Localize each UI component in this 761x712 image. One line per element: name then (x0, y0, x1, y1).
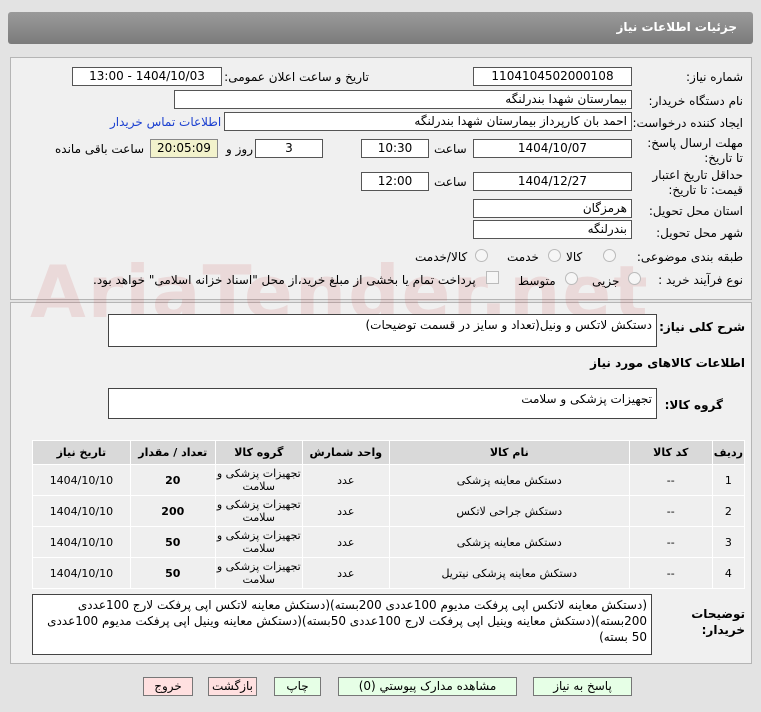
days-field: 3 (255, 139, 323, 158)
cell-unit: عدد (301, 557, 390, 589)
process-radio-medium[interactable] (565, 272, 578, 285)
city-field: بندرلنگه (473, 220, 632, 239)
need-number-label: شماره نیاز: (686, 70, 743, 84)
process-radio-minor[interactable] (628, 272, 641, 285)
cell-item-name: دستکش معاینه پزشکی (388, 464, 630, 496)
table-row: 3 -- دستکش معاینه پزشکی عدد تجهیزات پزشکی و … (32, 526, 746, 558)
exit-button[interactable]: خروج (143, 677, 193, 696)
goods-group-textarea[interactable]: تجهیزات پزشکی و سلامت (108, 388, 657, 419)
cell-need-date: 1404/10/10 (32, 557, 131, 589)
cell-item-code: -- (628, 495, 713, 527)
col-header-name: نام کالا (388, 440, 630, 465)
cell-item-name: دستکش معاینه پزشکی (388, 526, 630, 558)
back-button[interactable]: بازگشت (208, 677, 257, 696)
city-label: شهر محل تحویل: (656, 226, 743, 240)
goods-group-label: گروه کالا: (664, 398, 723, 412)
deadline-label: مهلت ارسال پاسخ: تا تاریخ: (647, 136, 743, 165)
validity-date-field: 1404/12/27 (473, 172, 632, 191)
deadline-time-label: ساعت (434, 142, 467, 156)
need-number-field: 1104104502000108 (473, 67, 632, 86)
table-row: 4 -- دستکش معاینه پزشکی نیتریل عدد تجهیزات پ… (32, 557, 746, 589)
col-header-qty: تعداد / مقدار (129, 440, 216, 465)
cell-need-date: 1404/10/10 (32, 495, 131, 527)
category-radio-service[interactable] (548, 249, 561, 262)
col-header-date: تاریخ نیاز (32, 440, 131, 465)
cell-row-number: 4 (711, 557, 746, 589)
category-option-both: کالا/خدمت (415, 250, 468, 264)
cell-row-number: 1 (711, 464, 746, 496)
cell-quantity: 20 (129, 464, 216, 496)
print-button[interactable]: چاپ (274, 677, 321, 696)
validity-time-label: ساعت (434, 175, 467, 189)
process-option-medium: متوسط (518, 274, 556, 288)
cell-item-group: تجهیزات پزشکی و سلامت (214, 526, 303, 558)
province-label: استان محل تحویل: (648, 204, 743, 218)
buyer-contact-link[interactable]: اطلاعات تماس خریدار (110, 115, 221, 129)
cell-need-date: 1404/10/10 (32, 526, 131, 558)
cell-quantity: 200 (129, 495, 216, 527)
validity-time-field: 12:00 (361, 172, 429, 191)
col-header-group: گروه کالا (214, 440, 303, 465)
validity-label: حداقل تاریخ اعتبار قیمت: تا تاریخ: (652, 168, 743, 197)
cell-item-code: -- (628, 464, 713, 496)
buyer-notes-textarea[interactable]: (دستکش معاینه لاتکس اپی پرفکت مدیوم 100ع… (32, 594, 652, 655)
table-header-row: ردیف کد کالا نام کالا واحد شمارش گروه کا… (32, 440, 746, 465)
view-documents-button[interactable]: مشاهده مدارک پیوستي (0) (338, 677, 517, 696)
cell-row-number: 3 (711, 526, 746, 558)
days-label: روز و (226, 142, 253, 156)
reply-button[interactable]: پاسخ به نیاز (533, 677, 632, 696)
cell-item-group: تجهیزات پزشکی و سلامت (214, 495, 303, 527)
cell-quantity: 50 (129, 526, 216, 558)
cell-unit: عدد (301, 464, 390, 496)
col-header-unit: واحد شمارش (301, 440, 390, 465)
process-option-minor: جزیی (592, 274, 620, 288)
announce-label: تاریخ و ساعت اعلان عمومی: (224, 70, 369, 84)
goods-table: ردیف کد کالا نام کالا واحد شمارش گروه کا… (32, 440, 746, 589)
treasury-checkbox[interactable] (486, 271, 499, 284)
summary-textarea[interactable]: دستکش لاتکس و ونیل(تعداد و سایز در قسمت … (108, 314, 657, 347)
category-option-goods: کالا (566, 250, 583, 264)
cell-item-name: دستکش جراحی لاتکس (388, 495, 630, 527)
payment-note: پرداخت تمام یا بخشی از مبلغ خرید،از محل … (93, 273, 476, 287)
category-radio-goods[interactable] (603, 249, 616, 262)
cell-item-code: -- (628, 557, 713, 589)
goods-info-title: اطلاعات کالاهای مورد نیاز (590, 356, 745, 370)
col-header-row: ردیف (711, 440, 746, 465)
page-title: جزئیات اطلاعات نیاز (616, 20, 737, 34)
deadline-date-field: 1404/10/07 (473, 139, 632, 158)
category-label: طبقه بندی موضوعی: (636, 250, 743, 264)
deadline-time-field: 10:30 (361, 139, 429, 158)
category-radio-both[interactable] (475, 249, 488, 262)
cell-unit: عدد (301, 495, 390, 527)
creator-field: احمد بان کارپرداز بیمارستان شهدا بندرلنگ… (224, 112, 632, 131)
remaining-label: ساعت باقی مانده (55, 142, 145, 156)
cell-item-group: تجهیزات پزشکی و سلامت (214, 557, 303, 589)
remaining-time-field: 20:05:09 (150, 139, 218, 158)
cell-quantity: 50 (129, 557, 216, 589)
title-bar: جزئیات اطلاعات نیاز (8, 12, 753, 44)
cell-need-date: 1404/10/10 (32, 464, 131, 496)
buyer-org-field: بیمارستان شهدا بندرلنگه (174, 90, 632, 109)
summary-label: شرح کلی نیاز: (659, 320, 745, 334)
col-header-code: کد کالا (628, 440, 713, 465)
process-label: نوع فرآیند خرید : (658, 273, 743, 287)
creator-label: ایجاد کننده درخواست: (632, 116, 743, 130)
category-option-service: خدمت (507, 250, 539, 264)
buyer-org-label: نام دستگاه خریدار: (648, 94, 744, 108)
cell-row-number: 2 (711, 495, 746, 527)
announce-field: 1404/10/03 - 13:00 (72, 67, 222, 86)
table-row: 1 -- دستکش معاینه پزشکی عدد تجهیزات پزشکی و … (32, 464, 746, 496)
cell-item-name: دستکش معاینه پزشکی نیتریل (388, 557, 630, 589)
cell-item-group: تجهیزات پزشکی و سلامت (214, 464, 303, 496)
province-field: هرمزگان (473, 199, 632, 218)
cell-item-code: -- (628, 526, 713, 558)
cell-unit: عدد (301, 526, 390, 558)
table-row: 2 -- دستکش جراحی لاتکس عدد تجهیزات پزشکی و س… (32, 495, 746, 527)
notes-label: توضیحات خریدار: (691, 607, 745, 637)
